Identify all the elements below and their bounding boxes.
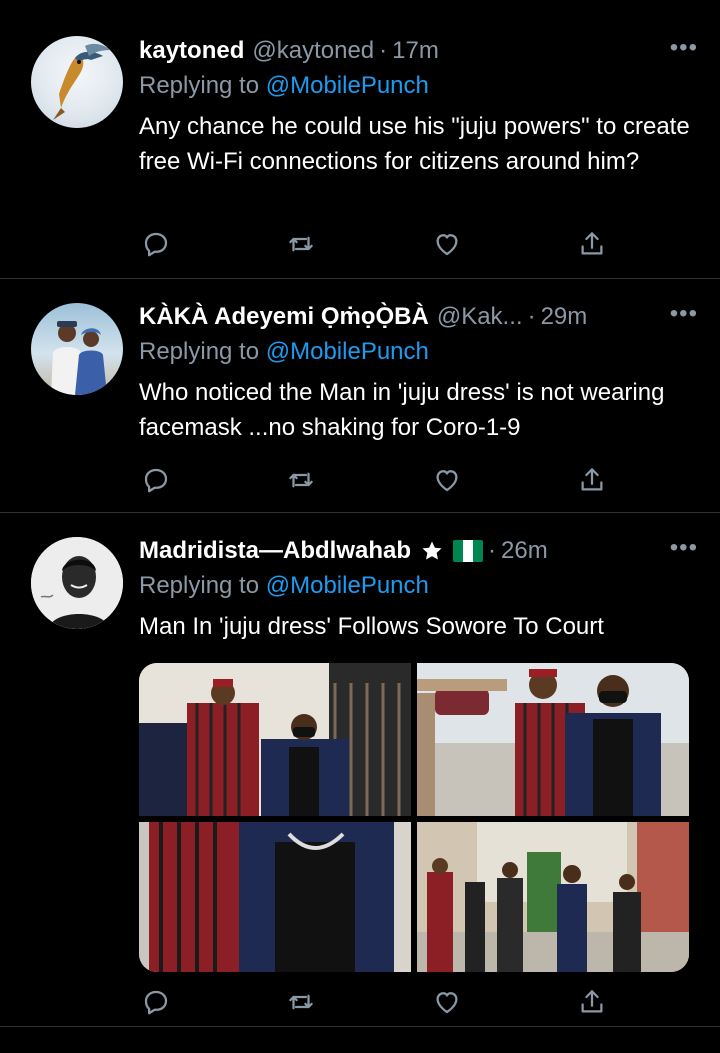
replying-to-prefix: Replying to — [139, 572, 266, 599]
tweet-actions — [139, 982, 609, 1022]
share-icon[interactable] — [575, 463, 609, 497]
bird-photo — [53, 43, 111, 120]
replying-to-prefix: Replying to — [139, 72, 266, 99]
tweet-3[interactable]: Madridista—Abdlwahab · 26m ••• Replying … — [0, 513, 720, 1027]
couple-photo — [51, 321, 107, 395]
reply-icon[interactable] — [139, 463, 173, 497]
more-icon[interactable]: ••• — [670, 534, 698, 562]
retweet-icon[interactable] — [284, 463, 318, 497]
tweet-1[interactable]: kaytoned @kaytoned · 17m ••• Replying to… — [0, 12, 720, 279]
user-handle[interactable]: @Kak... — [437, 303, 523, 331]
separator-dot: · — [488, 537, 497, 564]
replying-to: Replying to @MobilePunch — [139, 68, 698, 104]
more-icon[interactable]: ••• — [670, 300, 698, 328]
tweet-actions — [139, 460, 609, 500]
replying-to-prefix: Replying to — [139, 338, 266, 365]
timestamp[interactable]: 29m — [541, 303, 588, 331]
timestamp[interactable]: 17m — [392, 37, 439, 65]
display-name[interactable]: kaytoned — [139, 37, 244, 65]
reply-icon[interactable] — [139, 227, 173, 261]
photo-4-image — [417, 822, 689, 972]
photo-3-image — [139, 822, 411, 972]
replying-to: Replying to @MobilePunch — [139, 568, 698, 604]
portrait-photo — [31, 537, 123, 629]
more-icon[interactable]: ••• — [670, 34, 698, 62]
mention-link[interactable]: @MobilePunch — [266, 572, 429, 599]
display-name[interactable]: KÀKÀ Adeyemi ỌṁọỌ̀BÀ — [139, 303, 429, 331]
retweet-icon[interactable] — [284, 227, 318, 261]
photo-1[interactable] — [139, 663, 411, 816]
media-grid[interactable] — [139, 663, 689, 972]
tweet-text: Who noticed the Man in 'juju dress' is n… — [139, 379, 665, 441]
avatar[interactable] — [31, 36, 123, 128]
photo-4[interactable] — [417, 822, 689, 972]
retweet-icon[interactable] — [284, 985, 318, 1019]
tweet-actions — [139, 224, 609, 264]
photo-2-image — [417, 663, 689, 816]
timestamp[interactable]: 26m — [501, 537, 548, 565]
like-icon[interactable] — [430, 985, 464, 1019]
share-icon[interactable] — [575, 227, 609, 261]
tweet-text: Man In 'juju dress' Follows Sowore To Co… — [139, 613, 604, 640]
avatar[interactable] — [31, 537, 123, 629]
replying-to: Replying to @MobilePunch — [139, 334, 698, 370]
separator-dot: · — [527, 303, 536, 330]
photo-1-image — [139, 663, 411, 816]
share-icon[interactable] — [575, 985, 609, 1019]
like-icon[interactable] — [430, 227, 464, 261]
separator-dot: · — [379, 37, 388, 64]
photo-2[interactable] — [417, 663, 689, 816]
nigeria-flag-icon — [453, 540, 484, 562]
tweet-2[interactable]: KÀKÀ Adeyemi ỌṁọỌ̀BÀ @Kak... · 29m ••• R… — [0, 279, 720, 513]
like-icon[interactable] — [430, 463, 464, 497]
photo-3[interactable] — [139, 822, 411, 972]
reply-icon[interactable] — [139, 985, 173, 1019]
user-handle[interactable]: @kaytoned — [252, 37, 374, 65]
mention-link[interactable]: @MobilePunch — [266, 338, 429, 365]
avatar[interactable] — [31, 303, 123, 395]
mention-link[interactable]: @MobilePunch — [266, 72, 429, 99]
tweet-text: Any chance he could use his "juju powers… — [139, 113, 690, 175]
display-name[interactable]: Madridista—Abdlwahab — [139, 537, 411, 565]
star-icon — [422, 541, 442, 560]
